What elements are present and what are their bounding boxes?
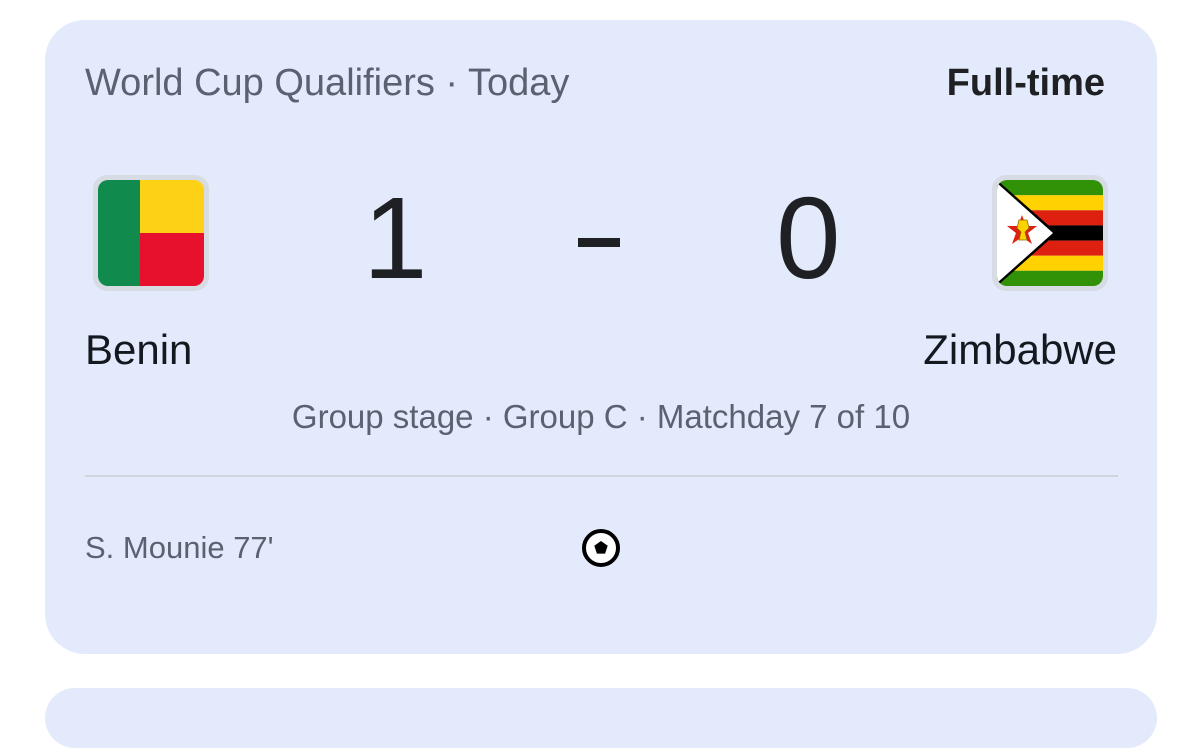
home-team-name[interactable]: Benin bbox=[85, 326, 192, 374]
stage-info: Group stage · Group C · Matchday 7 of 10 bbox=[291, 398, 911, 435]
home-score: 1 bbox=[363, 173, 428, 303]
match-card[interactable]: World Cup Qualifiers · Today Full-time 1… bbox=[45, 20, 1157, 654]
next-match-card[interactable] bbox=[45, 688, 1157, 748]
away-team-name[interactable]: Zimbabwe bbox=[923, 326, 1117, 374]
divider bbox=[85, 475, 1118, 477]
goal-scorer: S. Mounie 77' bbox=[85, 530, 274, 565]
competition-label: World Cup Qualifiers · Today bbox=[85, 62, 570, 104]
zimbabwe-flag-icon bbox=[992, 175, 1108, 291]
score-separator bbox=[578, 238, 620, 247]
benin-flag-icon bbox=[93, 175, 209, 291]
match-status: Full-time bbox=[946, 62, 1105, 104]
soccer-ball-icon bbox=[581, 528, 621, 568]
away-score: 0 bbox=[776, 173, 841, 303]
